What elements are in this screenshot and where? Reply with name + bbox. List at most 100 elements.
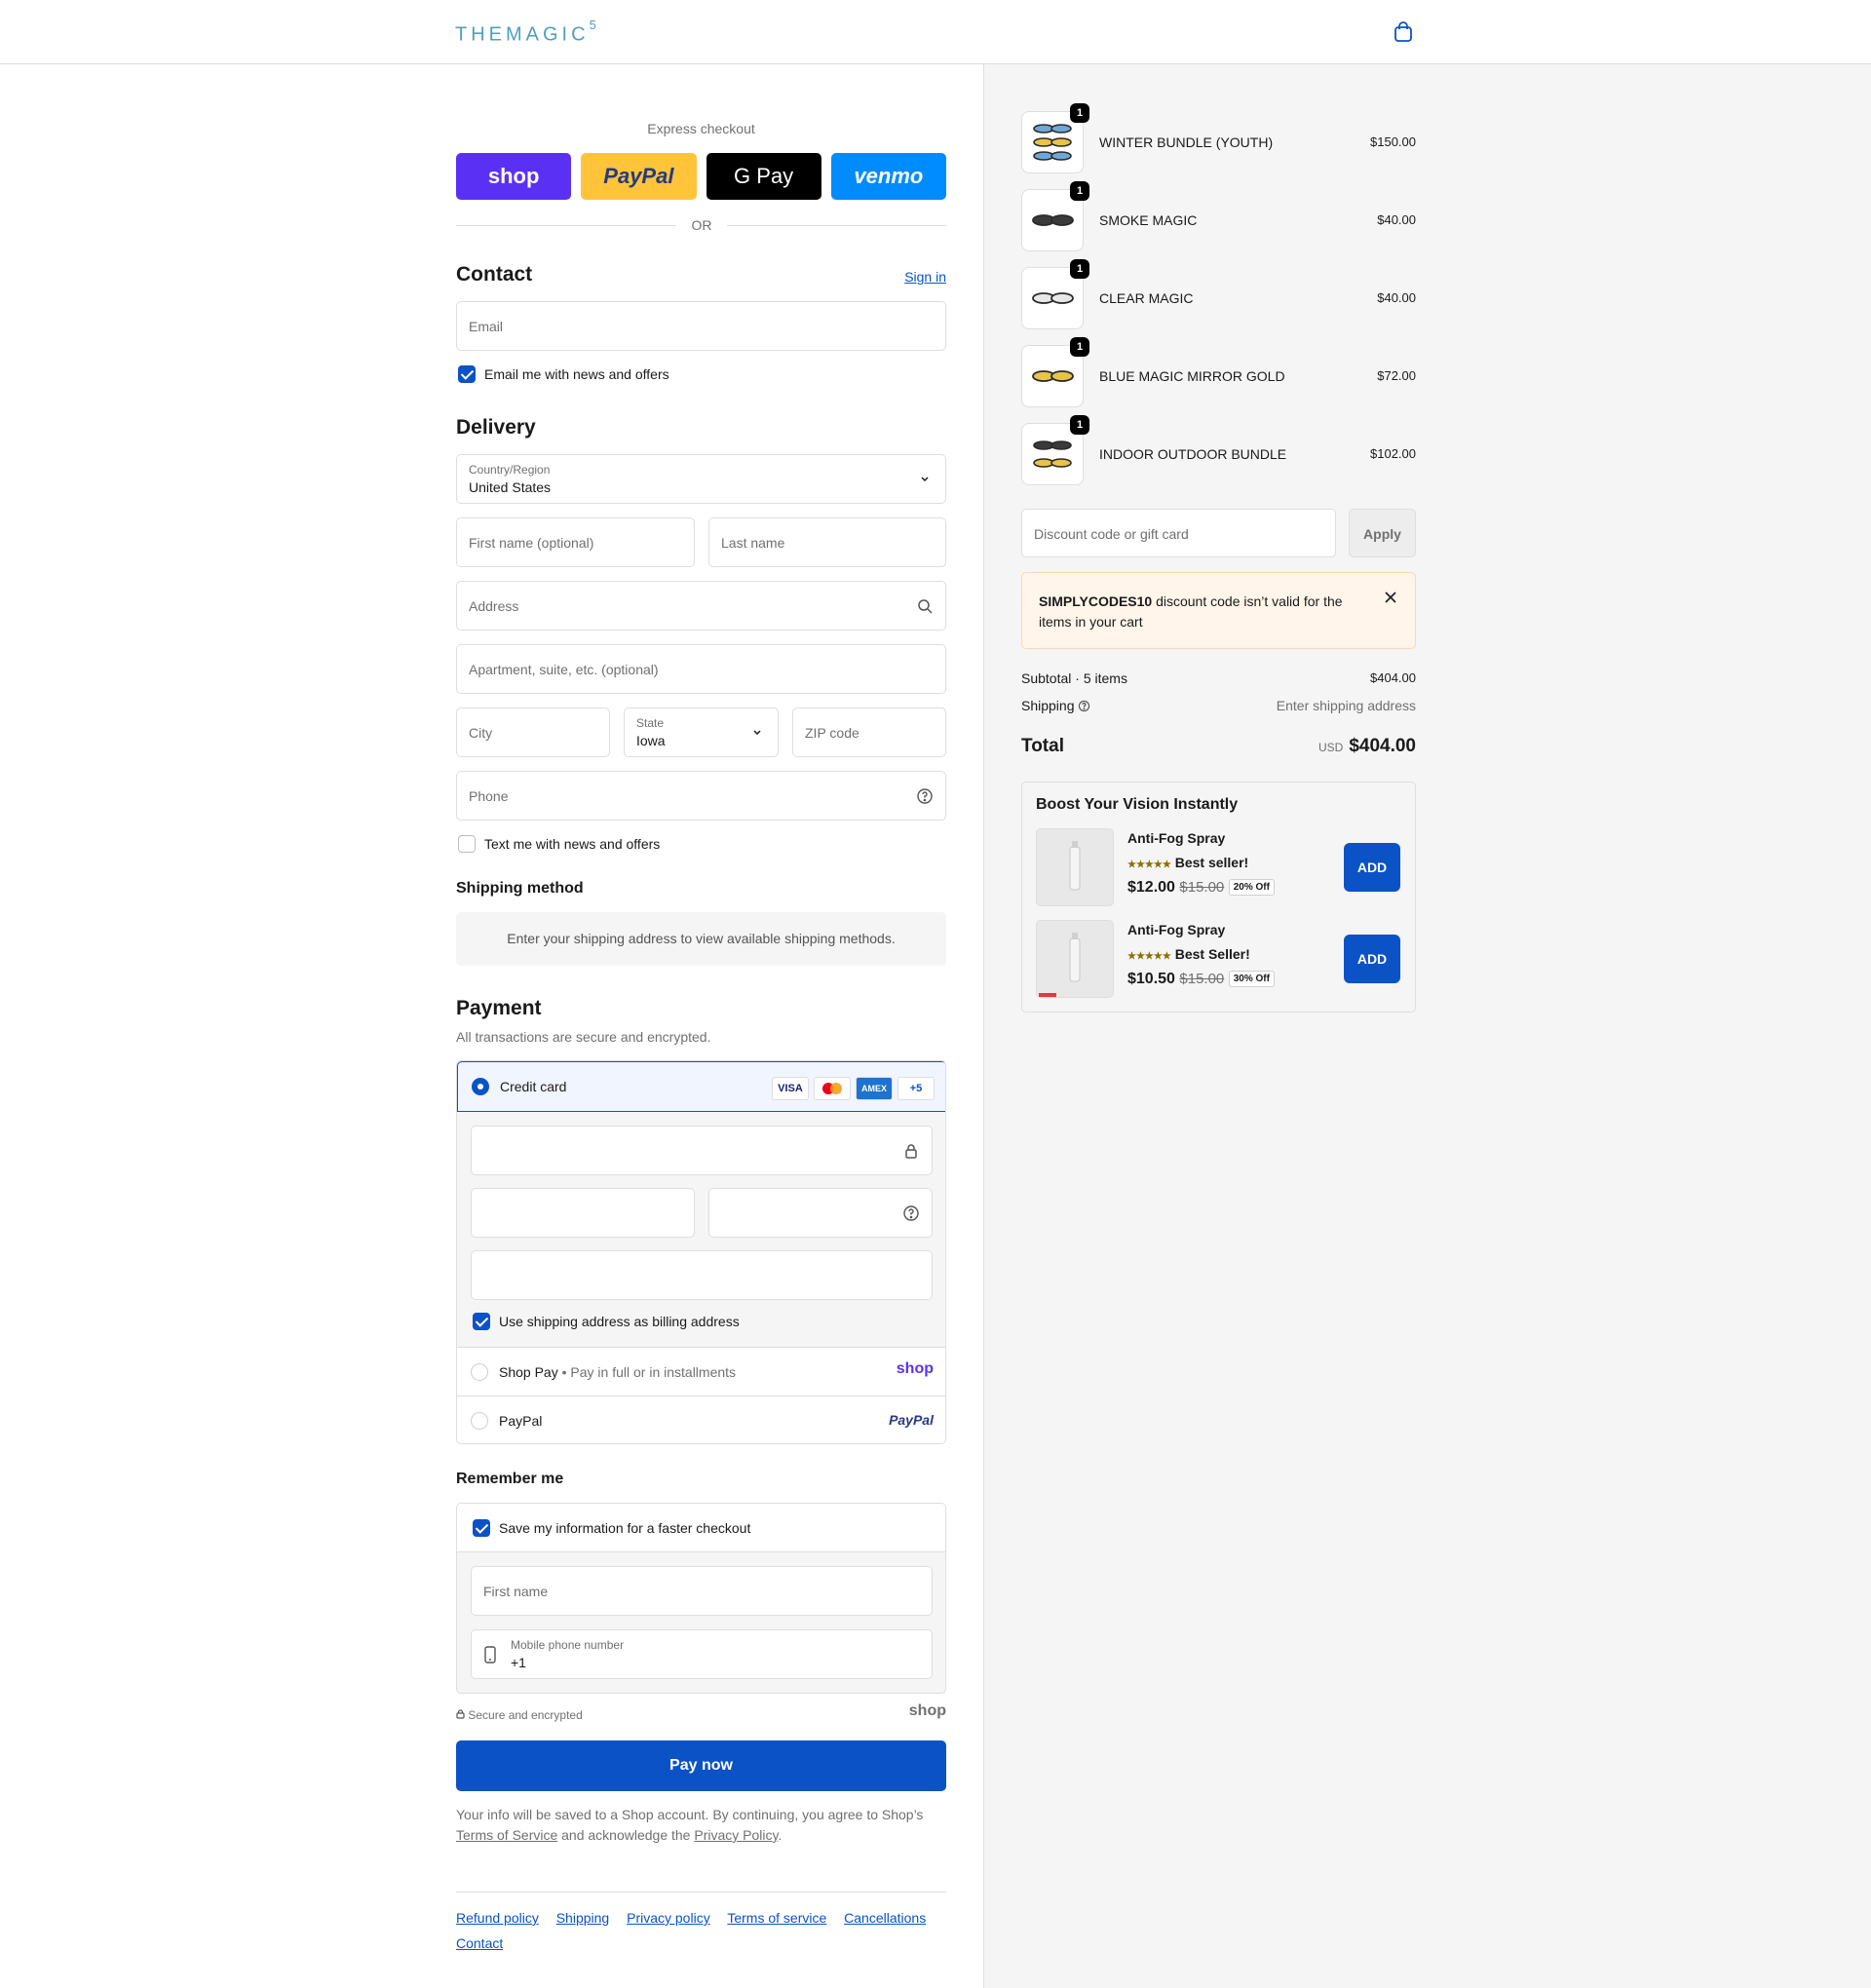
contact-link[interactable]: Contact [456, 1935, 503, 1951]
shop-logo: shop [908, 1702, 946, 1719]
security-code-field[interactable] [708, 1188, 933, 1238]
mobile-phone-icon [484, 1646, 496, 1663]
subtotal-label: Subtotal · 5 items [1021, 670, 1127, 686]
expiration-field[interactable] [471, 1188, 695, 1238]
item-name: BLUE MAGIC MIRROR GOLD [1099, 368, 1285, 384]
refund-policy-link[interactable]: Refund policy [456, 1910, 539, 1926]
privacy-policy-link[interactable]: Privacy Policy [694, 1827, 778, 1843]
add-upsell-button[interactable]: ADD [1344, 935, 1400, 983]
stars-icon: ★★★★★ [1127, 951, 1171, 962]
card-number-field[interactable] [471, 1126, 933, 1175]
save-info-checkbox[interactable] [473, 1519, 490, 1537]
shopping-bag-icon[interactable] [1392, 20, 1415, 44]
cart-item: 1 INDOOR OUTDOOR BUNDLE $102.00 [1021, 415, 1416, 485]
address-field[interactable]: Address [456, 581, 946, 631]
state-select[interactable]: State Iowa [624, 707, 779, 757]
cancellations-link[interactable]: Cancellations [844, 1910, 926, 1926]
amex-icon: AMEX [856, 1077, 893, 1100]
terms-of-service-link[interactable]: Terms of Service [456, 1827, 557, 1843]
email-field[interactable]: Email [456, 301, 946, 351]
shop-pay-button[interactable]: shop [456, 153, 572, 200]
country-select[interactable]: Country/Region United States [456, 454, 946, 504]
apartment-field[interactable]: Apartment, suite, etc. (optional) [456, 644, 946, 694]
chevron-down-icon [753, 730, 761, 736]
anti-fog-spray-image [1036, 920, 1114, 998]
payment-subtitle: All transactions are secure and encrypte… [456, 1029, 711, 1045]
lock-icon [456, 1709, 465, 1719]
google-pay-button[interactable]: G Pay [706, 153, 821, 200]
venmo-button[interactable]: venmo [830, 153, 946, 200]
phone-placeholder: Phone [469, 788, 509, 804]
secure-encrypted-note: Secure and encrypted [456, 1708, 583, 1722]
payment-heading: Payment [456, 997, 542, 1019]
mobile-phone-field[interactable]: Mobile phone number +1 [471, 1629, 933, 1679]
item-name: INDOOR OUTDOOR BUNDLE [1099, 446, 1287, 462]
shop-pay-option[interactable]: Shop Pay • Pay in full or in installment… [457, 1347, 945, 1395]
terms-of-service-footer-link[interactable]: Terms of service [727, 1910, 826, 1926]
item-price: $40.00 [1377, 212, 1416, 227]
credit-card-option[interactable]: Credit card VISA AMEX +5 [457, 1061, 945, 1112]
total-amount: USD $404.00 [1317, 736, 1416, 756]
pay-now-button[interactable]: Pay now [456, 1740, 946, 1791]
zip-placeholder: ZIP code [805, 725, 859, 741]
shipping-link[interactable]: Shipping [556, 1910, 610, 1926]
upsell-price: $10.50 $15.00 30% Off [1127, 971, 1275, 988]
anti-fog-spray-image [1036, 828, 1114, 906]
chevron-down-icon [921, 477, 929, 482]
save-info-row[interactable]: Save my information for a faster checkou… [457, 1504, 945, 1552]
quantity-badge: 1 [1070, 181, 1089, 201]
subtotal-value: $404.00 [1370, 670, 1416, 685]
discount-code-input[interactable]: Discount code or gift card [1021, 509, 1336, 557]
first-name-field[interactable]: First name (optional) [456, 517, 695, 567]
help-circle-icon[interactable] [916, 787, 934, 805]
visa-icon: VISA [772, 1077, 809, 1100]
item-price: $72.00 [1377, 368, 1416, 383]
help-circle-icon[interactable] [902, 1204, 920, 1222]
mastercard-icon [814, 1077, 851, 1100]
help-circle-icon[interactable] [1078, 700, 1090, 712]
mobile-phone-label: Mobile phone number [511, 1638, 625, 1652]
email-news-checkbox[interactable] [458, 365, 476, 383]
quantity-badge: 1 [1070, 259, 1089, 279]
cart-item: 1 CLEAR MAGIC $40.00 [1021, 259, 1416, 329]
item-price: $150.00 [1370, 134, 1416, 149]
credit-card-radio[interactable] [472, 1078, 489, 1095]
city-placeholder: City [469, 725, 493, 741]
name-on-card-field[interactable] [471, 1250, 933, 1300]
last-name-field[interactable]: Last name [708, 517, 946, 567]
remember-me-box: Save my information for a faster checkou… [456, 1503, 946, 1694]
brand-logo[interactable]: THEMAGIC5 [455, 18, 596, 47]
state-label: State [636, 716, 665, 730]
phone-field[interactable]: Phone [456, 771, 946, 821]
remember-first-name-field[interactable]: First name [471, 1566, 933, 1616]
item-name: SMOKE MAGIC [1099, 212, 1198, 228]
apply-discount-button[interactable]: Apply [1349, 509, 1416, 557]
save-info-label: Save my information for a faster checkou… [499, 1520, 751, 1536]
paypal-radio[interactable] [471, 1412, 488, 1430]
shop-pay-logo: shop [896, 1360, 934, 1377]
paypal-option[interactable]: PayPal PayPal [457, 1395, 945, 1443]
apartment-placeholder: Apartment, suite, etc. (optional) [469, 662, 659, 677]
text-news-checkbox[interactable] [458, 835, 476, 853]
first-name-placeholder: First name (optional) [469, 535, 594, 551]
country-label: Country/Region [469, 463, 551, 477]
cart-item: 1 SMOKE MAGIC $40.00 [1021, 181, 1416, 251]
payment-methods: Credit card VISA AMEX +5 Use shipping ad… [456, 1060, 946, 1444]
mobile-phone-value: +1 [511, 1655, 526, 1670]
city-field[interactable]: City [456, 707, 610, 757]
contact-heading: Contact [456, 263, 533, 286]
address-placeholder: Address [469, 598, 519, 614]
terms-text: Your info will be saved to a Shop accoun… [456, 1807, 924, 1843]
privacy-policy-footer-link[interactable]: Privacy policy [627, 1910, 710, 1926]
shipping-method-message: Enter your shipping address to view avai… [456, 912, 946, 966]
item-price: $40.00 [1377, 290, 1416, 305]
zip-field[interactable]: ZIP code [792, 707, 946, 757]
shop-pay-radio[interactable] [471, 1363, 488, 1381]
paypal-button[interactable]: PayPal [581, 153, 697, 200]
billing-address-checkbox[interactable] [473, 1313, 490, 1330]
sign-in-link[interactable]: Sign in [904, 269, 946, 285]
close-icon[interactable] [1384, 591, 1397, 604]
add-upsell-button[interactable]: ADD [1344, 843, 1400, 892]
shipping-value: Enter shipping address [1276, 698, 1416, 713]
upsell-product-name: Anti-Fog Spray [1127, 922, 1226, 937]
